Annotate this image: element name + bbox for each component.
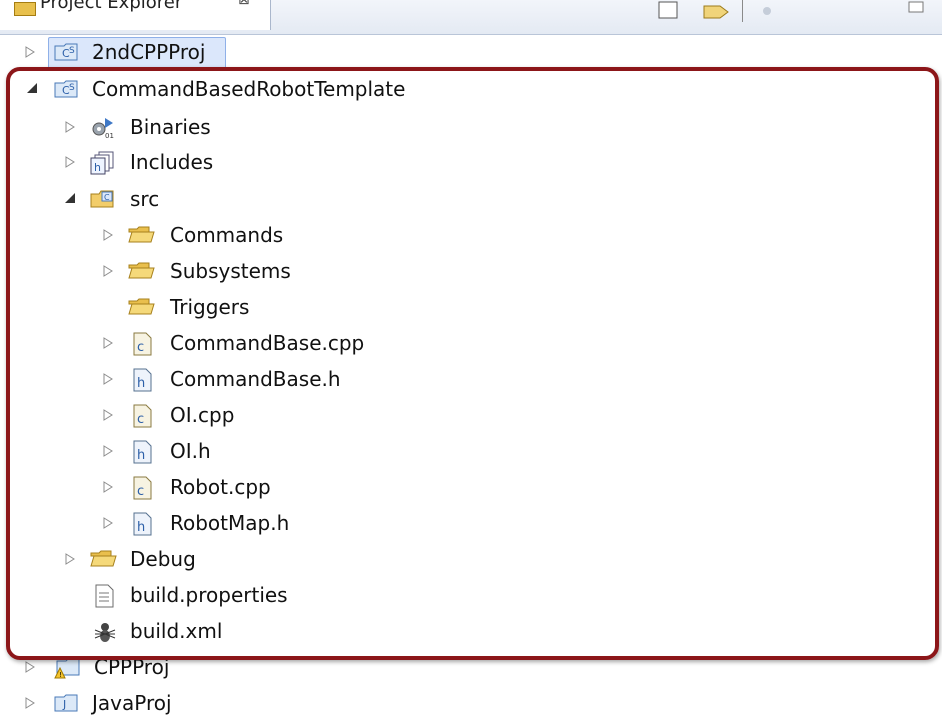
tree-item-subsystems[interactable]: Subsystems xyxy=(0,254,942,288)
tree-item-commandbase-h[interactable]: h CommandBase.h xyxy=(0,362,942,396)
tree-item-label: CPPProj xyxy=(94,655,170,679)
tree-item-debug[interactable]: Debug xyxy=(0,542,942,576)
tree-item-label: Triggers xyxy=(170,295,250,319)
expand-arrow-icon[interactable] xyxy=(102,444,116,458)
expand-arrow-icon[interactable] xyxy=(24,45,38,59)
expand-arrow-icon[interactable] xyxy=(102,228,116,242)
svg-text:c: c xyxy=(137,484,144,499)
tree-item-label: Includes xyxy=(130,150,214,174)
tree-item-cppproj[interactable]: ! CPPProj xyxy=(0,650,942,684)
tree-item-includes[interactable]: h Includes xyxy=(0,145,942,179)
tree-item-triggers[interactable]: Triggers xyxy=(0,290,942,324)
includes-icon: h xyxy=(90,151,114,175)
tree-item-label: JavaProj xyxy=(92,691,172,715)
tree-item-label: Binaries xyxy=(130,115,211,139)
tree-item-label: build.properties xyxy=(130,583,288,607)
collapse-arrow-icon[interactable] xyxy=(26,82,40,96)
svg-text:c: c xyxy=(137,412,144,427)
tree-item-label: Debug xyxy=(130,547,196,571)
tree-item-label: CommandBase.cpp xyxy=(170,331,365,355)
tree-item-label: Subsystems xyxy=(170,259,291,283)
expand-arrow-icon[interactable] xyxy=(102,372,116,386)
tree-item-label: 2ndCPPProj xyxy=(92,40,206,64)
tree-item-label: CommandBase.h xyxy=(170,367,341,391)
expand-arrow-icon[interactable] xyxy=(102,408,116,422)
tree-item-label: OI.cpp xyxy=(170,403,235,427)
header-file-icon: h xyxy=(132,440,156,464)
tree-item-label: RobotMap.h xyxy=(170,511,290,535)
header-file-icon: h xyxy=(132,512,156,536)
svg-text:J: J xyxy=(62,698,66,711)
tree-item-commands[interactable]: Commands xyxy=(0,218,942,252)
folder-icon xyxy=(90,548,117,570)
cpp-project-icon: CS xyxy=(54,78,78,100)
tree-item-commandbase-cpp[interactable]: c CommandBase.cpp xyxy=(0,326,942,360)
expand-arrow-icon[interactable] xyxy=(102,516,116,530)
tree-item-oi-cpp[interactable]: c OI.cpp xyxy=(0,398,942,432)
java-project-icon: J xyxy=(54,692,78,714)
tree-item-src[interactable]: C src xyxy=(0,182,942,216)
expand-arrow-icon[interactable] xyxy=(24,660,38,674)
text-file-icon xyxy=(94,584,118,608)
binaries-icon: 01 xyxy=(90,116,114,140)
tree-item-label: src xyxy=(130,187,160,211)
svg-text:h: h xyxy=(94,161,101,174)
tree-item-robotmap-h[interactable]: h RobotMap.h xyxy=(0,506,942,540)
tree-item-build-xml[interactable]: build.xml xyxy=(0,614,942,648)
svg-text:S: S xyxy=(69,46,75,56)
expand-arrow-icon[interactable] xyxy=(64,120,78,134)
svg-text:C: C xyxy=(104,193,110,202)
expand-arrow-icon[interactable] xyxy=(102,336,116,350)
folder-icon xyxy=(128,260,155,282)
tree-item-binaries[interactable]: 01 Binaries xyxy=(0,110,942,144)
tree-item-2ndcppproj[interactable]: CS 2ndCPPProj xyxy=(0,35,942,69)
tree-item-label: CommandBasedRobotTemplate xyxy=(92,77,406,101)
c-source-file-icon: c xyxy=(132,404,156,428)
cpp-project-warning-icon: ! xyxy=(54,656,80,679)
expand-arrow-icon[interactable] xyxy=(64,155,78,169)
svg-text:h: h xyxy=(137,376,145,391)
svg-text:!: ! xyxy=(59,671,62,679)
folder-icon xyxy=(128,224,155,246)
c-source-file-icon: c xyxy=(132,332,156,356)
folder-icon xyxy=(128,296,155,318)
tree-item-label: OI.h xyxy=(170,439,211,463)
tree-item-commandbasedrobottemplate[interactable]: CS CommandBasedRobotTemplate xyxy=(0,72,942,106)
svg-text:h: h xyxy=(137,448,145,463)
expand-arrow-icon[interactable] xyxy=(24,696,38,710)
source-folder-icon: C xyxy=(90,188,114,210)
expand-arrow-icon[interactable] xyxy=(102,264,116,278)
collapse-arrow-icon[interactable] xyxy=(64,192,78,206)
svg-text:01: 01 xyxy=(105,132,114,140)
tree-item-build-properties[interactable]: build.properties xyxy=(0,578,942,612)
project-tree: CS 2ndCPPProj CS CommandBasedRobotTempla… xyxy=(0,0,942,715)
tree-item-javaproj[interactable]: J JavaProj xyxy=(0,686,942,720)
ant-build-icon xyxy=(92,620,116,642)
tree-item-robot-cpp[interactable]: c Robot.cpp xyxy=(0,470,942,504)
expand-arrow-icon[interactable] xyxy=(64,552,78,566)
tree-item-oi-h[interactable]: h OI.h xyxy=(0,434,942,468)
tree-item-label: Robot.cpp xyxy=(170,475,271,499)
expand-arrow-icon[interactable] xyxy=(102,480,116,494)
cpp-project-icon: CS xyxy=(54,41,78,63)
tree-item-label: Commands xyxy=(170,223,284,247)
svg-text:S: S xyxy=(69,83,75,93)
header-file-icon: h xyxy=(132,368,156,392)
svg-text:c: c xyxy=(137,340,144,355)
c-source-file-icon: c xyxy=(132,476,156,500)
tree-item-label: build.xml xyxy=(130,619,223,643)
svg-text:h: h xyxy=(137,520,145,535)
